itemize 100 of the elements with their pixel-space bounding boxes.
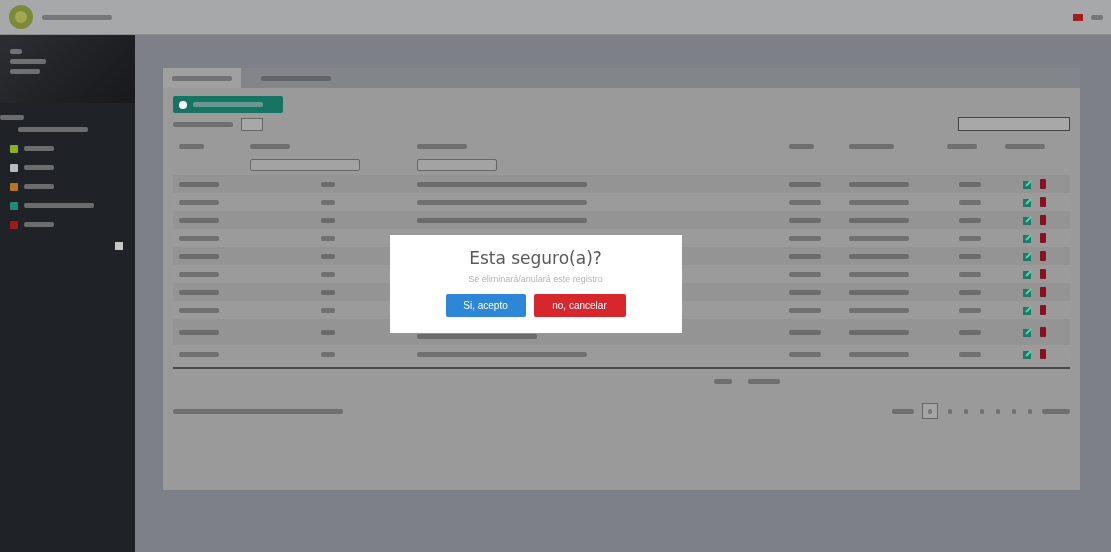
illegible-text (1004, 144, 1045, 149)
illegible-text (980, 408, 984, 414)
dialog-message: Se eliminará/anulará este registro (468, 274, 603, 284)
illegible-text (10, 69, 40, 74)
edit-icon[interactable] (1022, 215, 1032, 225)
illegible-text (788, 236, 821, 241)
illegible-text (964, 408, 968, 414)
confirm-button[interactable]: Si, acepto (445, 294, 526, 317)
illegible-text (849, 272, 909, 277)
illegible-text (320, 200, 335, 205)
emblem-logo (8, 4, 34, 30)
illegible-text (788, 352, 821, 357)
edit-icon[interactable] (1022, 269, 1032, 279)
illegible-text (179, 308, 219, 313)
illegible-text (849, 290, 909, 295)
page-link[interactable] (922, 403, 938, 419)
edit-icon[interactable] (1022, 197, 1032, 207)
trash-icon[interactable] (1039, 327, 1046, 337)
illegible-text (959, 236, 982, 241)
illegible-text (10, 59, 46, 64)
illegible-text (849, 144, 894, 149)
illegible-text (320, 254, 335, 259)
illegible-text (849, 200, 909, 205)
edit-icon[interactable] (1022, 349, 1032, 359)
illegible-text (320, 182, 335, 187)
illegible-text (250, 144, 291, 149)
illegible-text (173, 121, 233, 127)
illegible-text (928, 408, 932, 414)
illegible-text (179, 144, 204, 149)
illegible-text (788, 144, 814, 149)
illegible-text (320, 236, 335, 241)
illegible-text (996, 408, 1000, 414)
illegible-text (320, 290, 335, 295)
illegible-text (948, 408, 952, 414)
illegible-text (849, 236, 909, 241)
illegible-text (892, 408, 914, 414)
illegible-text (788, 272, 821, 277)
illegible-text (959, 200, 982, 205)
illegible-text (849, 254, 909, 259)
illegible-text (748, 378, 780, 384)
illegible-text (788, 308, 821, 313)
illegible-text (959, 182, 982, 187)
filter-field[interactable] (416, 159, 497, 171)
illegible-text (714, 378, 732, 384)
illegible-text (172, 75, 232, 81)
illegible-text (24, 184, 54, 189)
trash-icon[interactable] (1039, 349, 1046, 359)
tab[interactable] (163, 68, 241, 88)
illegible-text (320, 218, 335, 223)
illegible-text (849, 182, 909, 187)
plus-icon (179, 100, 187, 109)
illegible-text (1012, 408, 1016, 414)
illegible-text (18, 127, 88, 132)
illegible-text (179, 218, 219, 223)
illegible-text (788, 254, 821, 259)
illegible-text (959, 308, 982, 313)
illegible-text (959, 330, 982, 335)
edit-icon[interactable] (1022, 287, 1032, 297)
illegible-text (788, 218, 821, 223)
edit-icon[interactable] (1022, 233, 1032, 243)
illegible-text (959, 272, 982, 277)
edit-icon[interactable] (1022, 179, 1032, 189)
illegible-text (959, 290, 982, 295)
edit-icon[interactable] (1022, 251, 1032, 261)
edit-icon[interactable] (1022, 305, 1032, 315)
illegible-text (788, 330, 821, 335)
illegible-text (788, 200, 821, 205)
illegible-text (24, 165, 54, 170)
illegible-text (42, 14, 112, 20)
cancel-button[interactable]: no, cancelar (533, 294, 626, 317)
illegible-text (179, 236, 219, 241)
flag-icon[interactable] (1073, 13, 1083, 21)
illegible-text (179, 182, 219, 187)
illegible-text (959, 352, 982, 357)
illegible-text (959, 218, 982, 223)
illegible-text (179, 272, 219, 277)
illegible-text (320, 308, 335, 313)
illegible-text (1042, 408, 1070, 414)
illegible-text (179, 330, 219, 335)
illegible-text (849, 330, 909, 335)
filter-field[interactable] (250, 159, 361, 171)
illegible-text (320, 330, 335, 335)
dialog-title: Esta seguro(a)? (469, 248, 602, 268)
illegible-text (849, 218, 909, 223)
illegible-text (24, 222, 54, 227)
search-field[interactable] (958, 117, 1070, 131)
illegible-text (849, 308, 909, 313)
illegible-text (959, 254, 982, 259)
illegible-text (947, 144, 978, 149)
illegible-text (320, 272, 335, 277)
illegible-text (320, 352, 335, 357)
illegible-text (416, 144, 467, 149)
edit-icon[interactable] (1022, 327, 1032, 337)
illegible-text (788, 290, 821, 295)
illegible-text (10, 49, 22, 54)
excel-button[interactable] (241, 117, 263, 131)
illegible-text (179, 200, 219, 205)
add-button[interactable] (173, 96, 283, 113)
illegible-text (24, 203, 94, 208)
illegible-text (179, 352, 219, 357)
